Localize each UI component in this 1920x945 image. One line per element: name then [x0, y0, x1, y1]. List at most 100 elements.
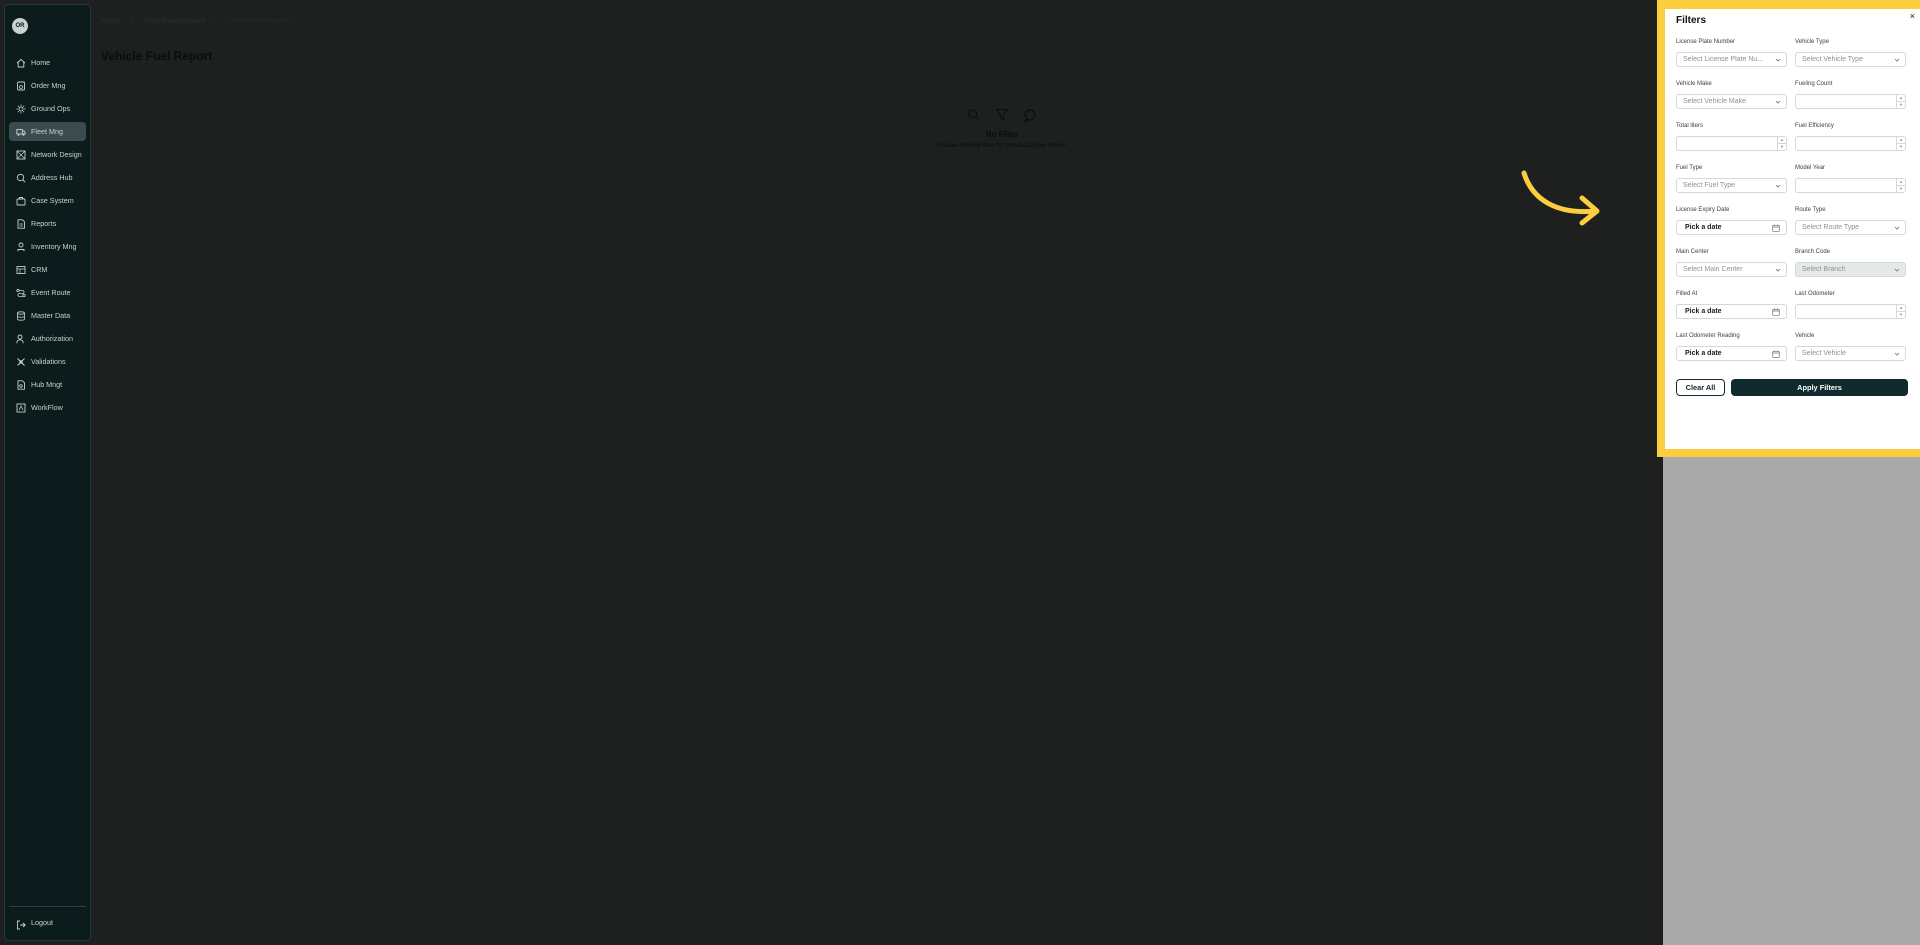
user-icon [16, 334, 26, 344]
number-stepper[interactable]: ▲ ▼ [1896, 137, 1905, 150]
main-center-label: Main Center [1676, 249, 1709, 255]
fuel-type-select[interactable]: Select Fuel Type [1676, 178, 1787, 193]
empty-state-title: No Filter [985, 130, 1019, 139]
sidebar-item-label: Inventory Mng [31, 242, 77, 251]
branch-code-placeholder: Select Branch [1802, 266, 1846, 273]
stepper-down-icon[interactable]: ▼ [1897, 186, 1905, 192]
breadcrumb-current: Vehicle Fuel Report [227, 16, 292, 25]
inventory-icon [16, 242, 26, 252]
fuel-type-label: Fuel Type [1676, 165, 1703, 171]
sidebar-item-event-route[interactable]: Event Route [9, 283, 86, 302]
stepper-up-icon[interactable]: ▲ [1897, 179, 1905, 186]
sidebar-item-label: Authorization [31, 334, 73, 343]
logout-button[interactable]: Logout [16, 917, 53, 930]
sidebar-item-crm[interactable]: CRM [9, 260, 86, 279]
stepper-down-icon[interactable]: ▼ [1897, 102, 1905, 108]
avatar[interactable]: OR [12, 18, 28, 34]
sidebar-item-workflow[interactable]: WorkFlow [9, 398, 86, 417]
sidebar-item-ground-ops[interactable]: Ground Ops [9, 99, 86, 118]
number-stepper[interactable]: ▲ ▼ [1896, 305, 1905, 318]
breadcrumb-separator: > [213, 16, 218, 25]
sidebar-item-label: Master Data [31, 311, 71, 320]
sidebar-item-label: Reports [31, 219, 57, 228]
sidebar-item-order-mng[interactable]: Order Mng [9, 76, 86, 95]
stepper-up-icon[interactable]: ▲ [1897, 95, 1905, 102]
sidebar-item-fleet-mng[interactable]: Fleet Mng [9, 122, 86, 141]
stepper-down-icon[interactable]: ▼ [1897, 144, 1905, 150]
reports-icon [16, 218, 26, 229]
fueling-count-input[interactable]: ▲ ▼ [1795, 94, 1906, 109]
sidebar-item-home[interactable]: Home [9, 53, 86, 72]
breadcrumb: Home > Fleet Management > Vehicle Fuel R… [101, 16, 292, 25]
workflow-icon [16, 403, 26, 413]
vehicle-label: Vehicle [1795, 333, 1815, 339]
last-odometer-reading-placeholder: Pick a date [1685, 350, 1722, 357]
home-icon [16, 58, 26, 68]
filled-at-label: Filled At [1676, 291, 1698, 297]
database-icon [16, 310, 26, 321]
logout-label: Logout [31, 917, 53, 927]
sidebar-item-hub-mngt[interactable]: Hub Mngt [9, 375, 86, 394]
stepper-down-icon[interactable]: ▼ [1778, 144, 1786, 150]
license-expiry-placeholder: Pick a date [1685, 224, 1722, 231]
sidebar-item-label: Address Hub [31, 173, 73, 182]
fuel-efficiency-label: Fuel Efficiency [1795, 123, 1834, 129]
empty-state: No Filter Please choose filter for the d… [920, 108, 1084, 149]
sidebar-item-inventory-mng[interactable]: Inventory Mng [9, 237, 86, 256]
search-icon [967, 108, 981, 122]
sidebar-item-label: Fleet Mng [31, 127, 63, 136]
number-stepper[interactable]: ▲ ▼ [1777, 137, 1786, 150]
sidebar-item-reports[interactable]: Reports [9, 214, 86, 233]
chevron-down-icon [1775, 268, 1781, 272]
chevron-down-icon [1894, 268, 1900, 272]
crm-icon [16, 265, 26, 275]
stepper-up-icon[interactable]: ▲ [1778, 137, 1786, 144]
fuel-efficiency-input[interactable]: ▲ ▼ [1795, 136, 1906, 151]
filled-at-placeholder: Pick a date [1685, 308, 1722, 315]
vehicle-type-select[interactable]: Select Vehicle Type [1795, 52, 1906, 67]
clear-all-button[interactable]: Clear All [1676, 379, 1725, 396]
sidebar-item-address-hub[interactable]: Address Hub [9, 168, 86, 187]
sidebar-item-master-data[interactable]: Master Data [9, 306, 86, 325]
vehicle-type-placeholder: Select Vehicle Type [1802, 56, 1863, 63]
filled-at-datepicker[interactable]: Pick a date [1676, 304, 1787, 319]
stepper-up-icon[interactable]: ▲ [1897, 137, 1905, 144]
sidebar-item-case-system[interactable]: Case System [9, 191, 86, 210]
sidebar-nav: Home Order Mng Ground Ops Fleet Mng Netw… [9, 53, 86, 421]
main-center-select[interactable]: Select Main Center [1676, 262, 1787, 277]
vehicle-select[interactable]: Select Vehicle [1795, 346, 1906, 361]
number-stepper[interactable]: ▲ ▼ [1896, 179, 1905, 192]
case-icon [16, 196, 26, 206]
stepper-up-icon[interactable]: ▲ [1897, 305, 1905, 312]
model-year-label: Model Year [1795, 165, 1826, 171]
close-icon[interactable]: × [1910, 11, 1915, 21]
sidebar-item-label: Home [31, 58, 51, 67]
license-plate-select[interactable]: Select License Plate Nu... [1676, 52, 1787, 67]
route-type-label: Route Type [1795, 207, 1826, 213]
sidebar-item-label: Ground Ops [31, 104, 71, 113]
number-stepper[interactable]: ▲ ▼ [1896, 95, 1905, 108]
breadcrumb-fleet-management[interactable]: Fleet Management [143, 16, 205, 25]
empty-state-subtitle: Please choose filter for the data to be … [937, 142, 1067, 149]
sidebar-item-network-design[interactable]: Network Design [9, 145, 86, 164]
vehicle-make-select[interactable]: Select Vehicle Make [1676, 94, 1787, 109]
route-type-select[interactable]: Select Route Type [1795, 220, 1906, 235]
sidebar-item-label: Validations [31, 357, 66, 366]
sidebar-item-validations[interactable]: Validations [9, 352, 86, 371]
vehicle-type-label: Vehicle Type [1795, 39, 1829, 45]
network-icon [16, 150, 26, 160]
stepper-down-icon[interactable]: ▼ [1897, 312, 1905, 318]
calendar-icon [1772, 350, 1780, 358]
last-odometer-reading-datepicker[interactable]: Pick a date [1676, 346, 1787, 361]
route-type-placeholder: Select Route Type [1802, 224, 1860, 231]
total-liters-input[interactable]: ▲ ▼ [1676, 136, 1787, 151]
sidebar-item-label: Order Mng [31, 81, 66, 90]
apply-filters-button[interactable]: Apply Filters [1731, 379, 1908, 396]
sidebar-item-label: CRM [31, 265, 48, 274]
license-expiry-datepicker[interactable]: Pick a date [1676, 220, 1787, 235]
sidebar-item-authorization[interactable]: Authorization [9, 329, 86, 348]
model-year-input[interactable]: ▲ ▼ [1795, 178, 1906, 193]
last-odometer-input[interactable]: ▲ ▼ [1795, 304, 1906, 319]
breadcrumb-home[interactable]: Home [101, 16, 121, 25]
filter-icon [995, 108, 1009, 122]
